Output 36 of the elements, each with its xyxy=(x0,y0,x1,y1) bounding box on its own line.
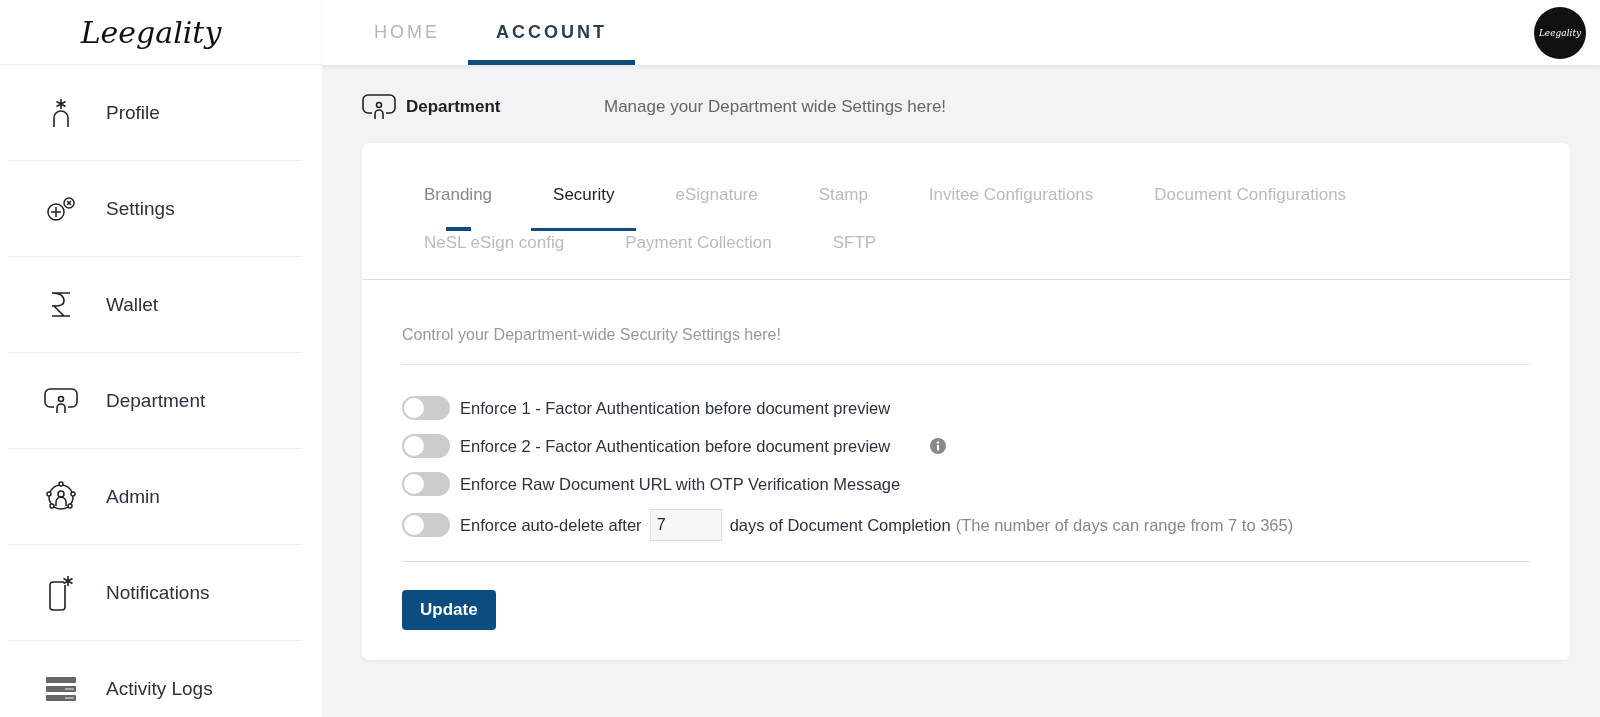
tab[interactable]: Branding xyxy=(402,183,515,231)
toggle-switch[interactable] xyxy=(402,434,450,458)
rupee-icon xyxy=(50,290,72,319)
nav-tab[interactable]: ACCOUNT xyxy=(468,0,635,65)
person-frame-icon xyxy=(44,387,78,414)
department-icon xyxy=(362,94,396,120)
info-icon[interactable] xyxy=(930,438,947,454)
days-input[interactable]: 7 xyxy=(649,509,722,541)
update-button[interactable]: Update xyxy=(402,590,496,630)
setting-label: Enforce 1 - Factor Authentication before document preview xyxy=(460,398,891,418)
avatar[interactable]: Leegality xyxy=(1534,6,1586,59)
person-circle-icon xyxy=(45,480,77,513)
sidebar-item[interactable]: Admin xyxy=(8,449,302,545)
server-icon xyxy=(45,675,77,702)
tab[interactable]: Security xyxy=(531,183,637,231)
setting-label: Enforce 2 - Factor Authentication before document preview xyxy=(460,436,891,456)
sidebar-item[interactable]: Wallet xyxy=(8,257,302,353)
sidebar-item[interactable]: Notifications xyxy=(8,545,302,641)
toggle-switch[interactable] xyxy=(402,396,450,420)
sidebar-item[interactable]: Profile xyxy=(8,65,302,161)
logo: Leegality xyxy=(80,14,222,50)
toggle-switch[interactable] xyxy=(402,472,450,496)
setting-label: Enforce auto-delete after xyxy=(460,515,642,535)
sidebar-item[interactable]: Settings xyxy=(8,161,302,257)
setting-label: Enforce Raw Document URL with OTP Verification Message xyxy=(460,474,901,494)
toggle-switch[interactable] xyxy=(402,513,450,537)
page-subtitle: Manage your Department wide Settings here! xyxy=(604,97,947,117)
sidebar-item[interactable]: Activity Logs xyxy=(8,641,302,717)
sidebar-item[interactable]: Department xyxy=(8,353,302,449)
page-title: Department xyxy=(406,97,502,117)
profile-icon xyxy=(51,97,71,128)
plus-circles-icon xyxy=(46,196,76,221)
section-intro: Control your Department-wide Security Settings here! xyxy=(402,280,1530,365)
phone-icon xyxy=(48,574,74,611)
setting-label: days of Document Completion xyxy=(729,515,951,535)
range-hint: (The number of days can range from 7 to 365) xyxy=(955,515,1294,535)
